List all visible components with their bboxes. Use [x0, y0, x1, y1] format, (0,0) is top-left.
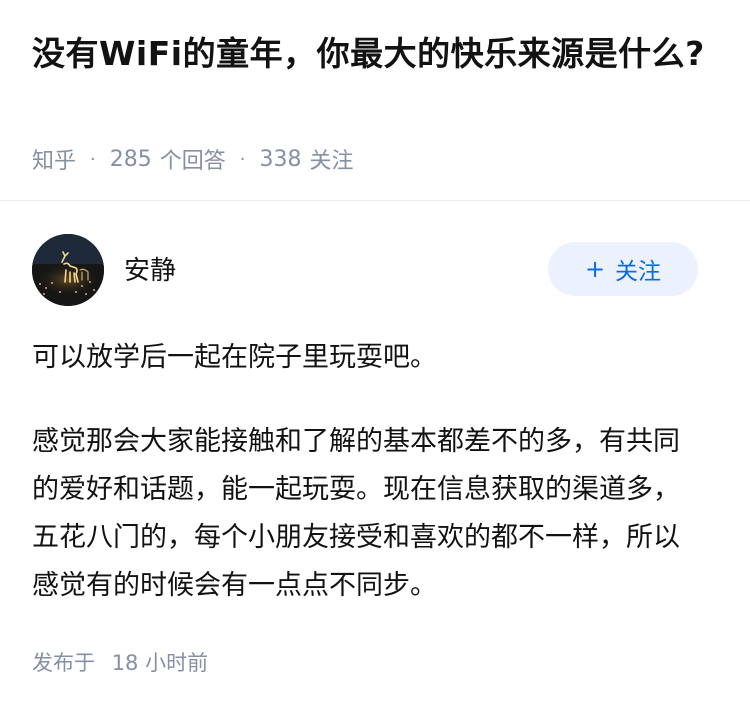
author-row: 安静 + 关注	[32, 234, 698, 306]
answer-count-label: 个回答	[159, 149, 226, 174]
answer-count: 285	[109, 146, 152, 172]
published-time: 18 小时前	[111, 651, 209, 675]
answer-footer: 发布于 18 小时前	[32, 647, 208, 677]
published-label: 发布于	[32, 651, 95, 675]
follow-button[interactable]: + 关注	[548, 242, 698, 296]
plus-icon: +	[584, 255, 606, 283]
follow-button-label: 关注	[615, 259, 662, 285]
answer-body: 可以放学后一起在院子里玩耍吧。 感觉那会大家能接触和了解的基本都差不的多，有共同…	[32, 334, 702, 610]
separator-dot: ·	[90, 148, 96, 170]
question-title[interactable]: 没有WiFi的童年，你最大的快乐来源是什么?	[32, 30, 712, 78]
answer-paragraph: 感觉那会大家能接触和了解的基本都差不的多，有共同的爱好和话题，能一起玩耍。现在信…	[32, 426, 680, 601]
follower-count-label: 关注	[309, 149, 354, 174]
avatar[interactable]	[32, 234, 104, 306]
follower-count: 338	[259, 146, 302, 172]
question-meta: 知乎 · 285 个回答 · 338 关注	[32, 143, 354, 175]
answer-paragraph: 可以放学后一起在院子里玩耍吧。	[32, 342, 437, 373]
divider	[0, 200, 750, 201]
avatar-image	[32, 234, 104, 306]
author-name[interactable]: 安静	[124, 250, 176, 287]
separator-dot: ·	[239, 148, 246, 170]
source-label[interactable]: 知乎	[32, 143, 76, 175]
